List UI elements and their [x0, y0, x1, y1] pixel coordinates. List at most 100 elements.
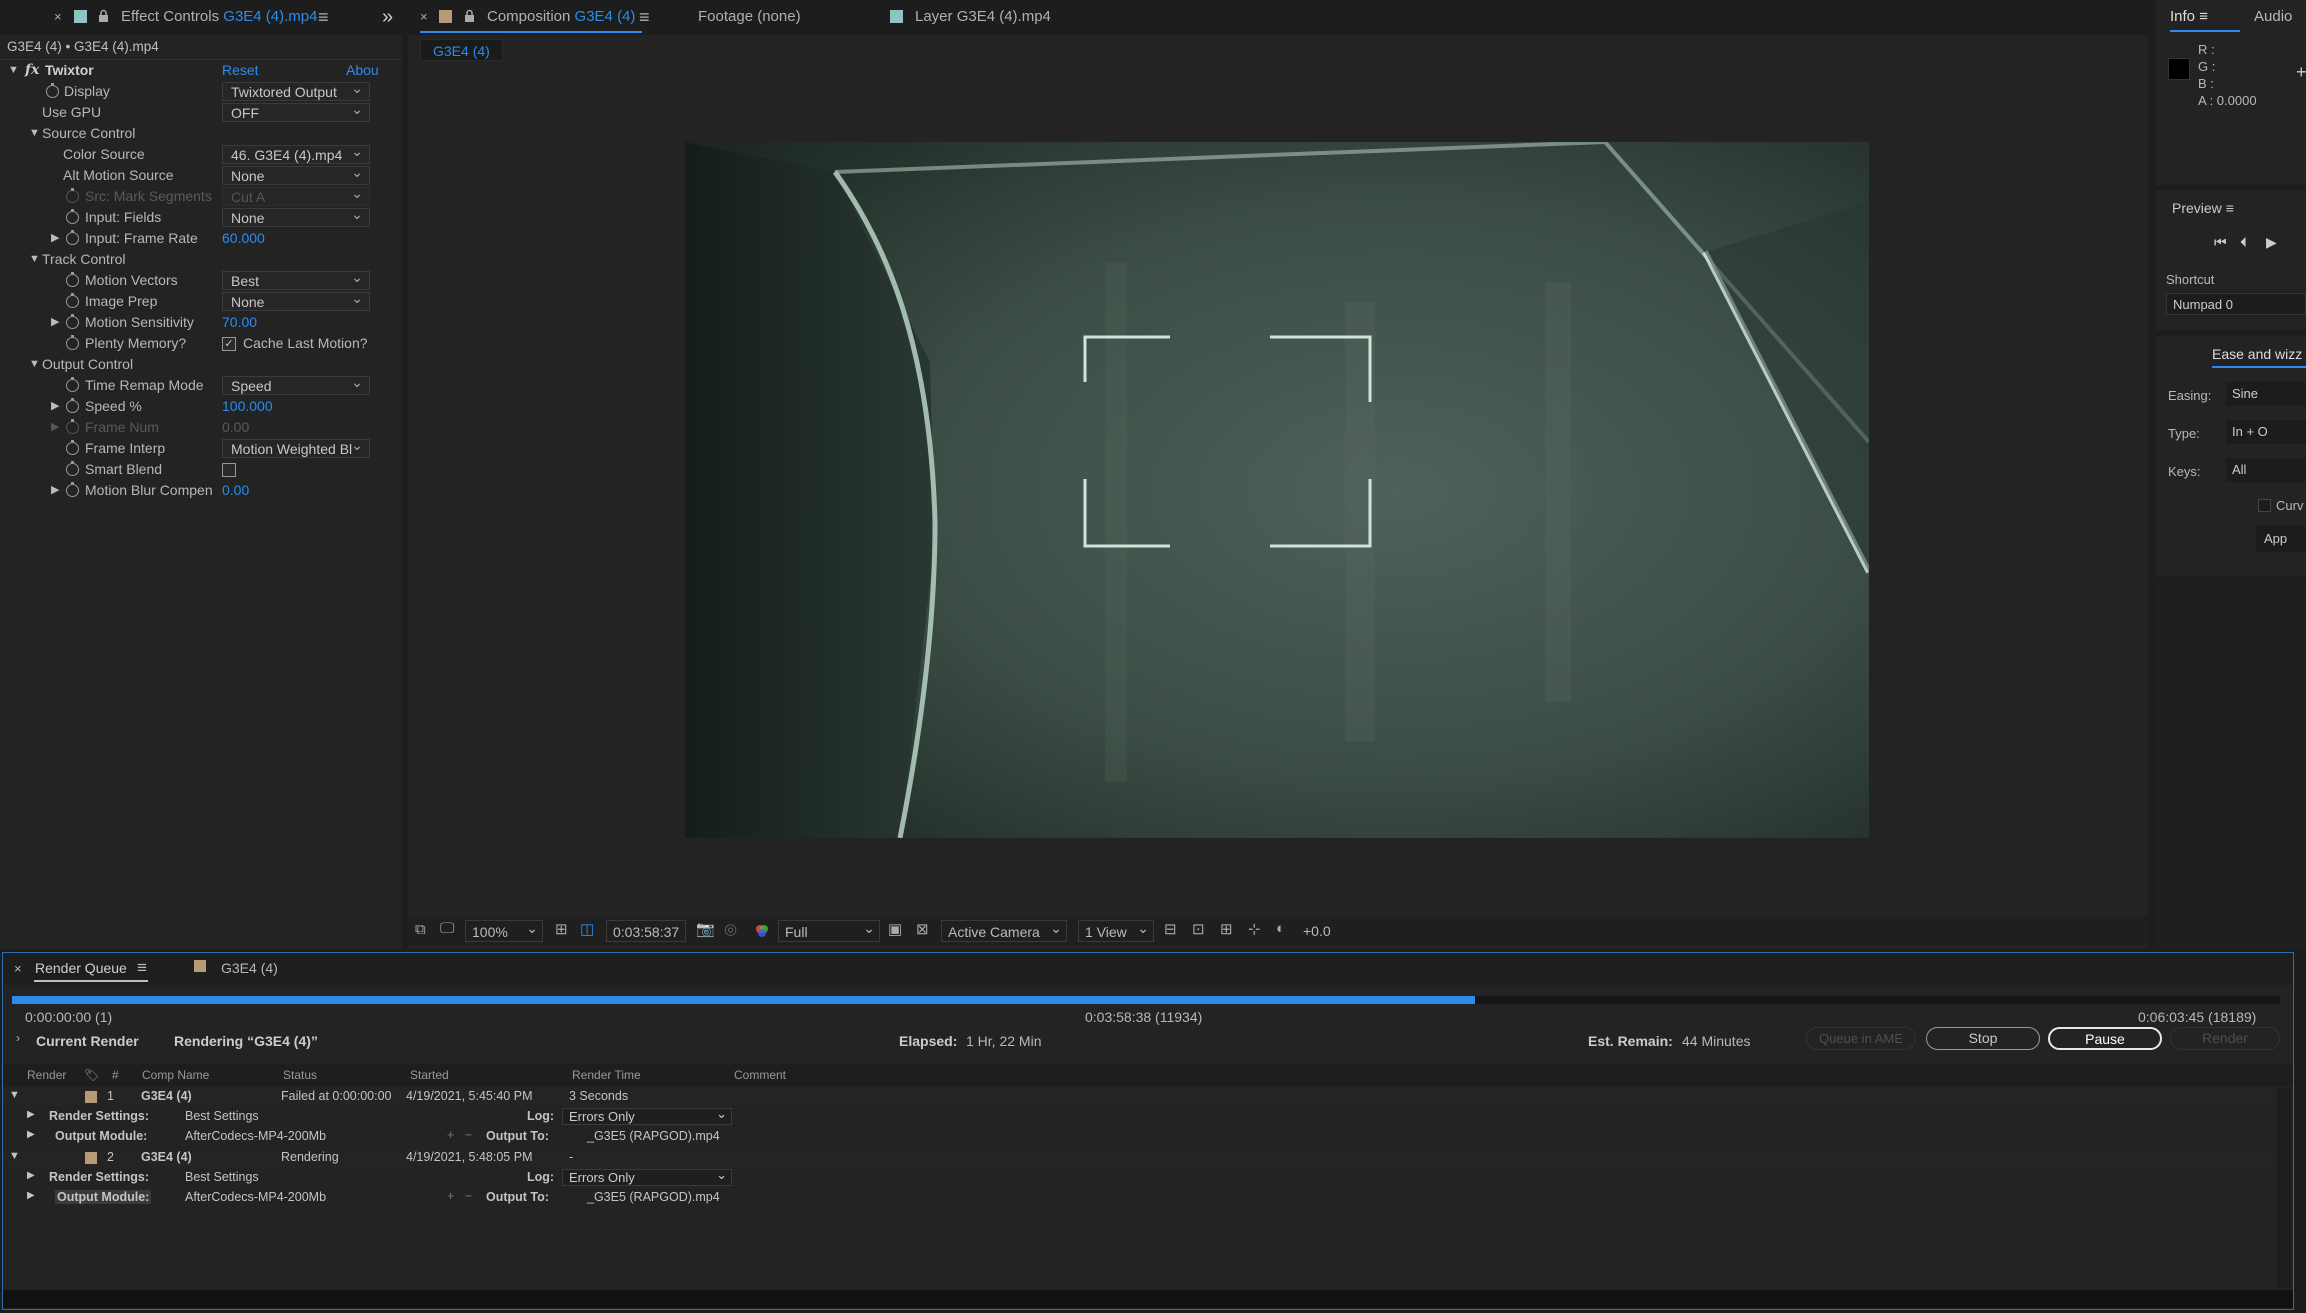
fast-preview-icon[interactable]: ▣: [888, 920, 902, 938]
color-source-dropdown[interactable]: 46. G3E4 (4).mp4: [222, 142, 370, 164]
snapshot-camera-icon[interactable]: 📷: [696, 920, 715, 938]
region-of-interest-icon[interactable]: ⊞: [555, 920, 568, 938]
color-channels-icon[interactable]: [754, 923, 770, 939]
preview-menu-icon[interactable]: ≡: [2226, 200, 2234, 216]
stopwatch-icon[interactable]: [66, 314, 79, 329]
stopwatch-icon[interactable]: [66, 272, 79, 287]
column-status[interactable]: Status: [283, 1066, 317, 1084]
output-module-value[interactable]: AfterCodecs-MP4-200Mb: [185, 1190, 326, 1204]
label-swatch-icon[interactable]: [85, 1091, 97, 1103]
stopwatch-icon[interactable]: [46, 83, 59, 98]
frame-rate-expand-icon[interactable]: ▶: [51, 228, 59, 249]
flowchart-icon[interactable]: ⊹: [1248, 920, 1261, 938]
pause-button[interactable]: Pause: [2048, 1027, 2162, 1050]
stopwatch-icon[interactable]: [66, 230, 79, 245]
label-swatch-icon[interactable]: [85, 1152, 97, 1164]
track-control-toggle-icon[interactable]: ▼: [29, 249, 40, 270]
motion-sensitivity-value[interactable]: 70.00: [222, 312, 257, 333]
monitor-icon[interactable]: 🖵: [440, 920, 454, 937]
effect-controls-close[interactable]: ×: [54, 0, 62, 34]
reset-exposure-icon[interactable]: ◐: [1276, 920, 1285, 937]
view-layout-dropdown[interactable]: 1 View ⌄: [1078, 920, 1154, 942]
info-menu-icon[interactable]: ≡: [2199, 8, 2208, 25]
output-control-toggle-icon[interactable]: ▼: [29, 354, 40, 375]
tab-composition[interactable]: Composition G3E4 (4): [487, 0, 635, 34]
stopwatch-icon[interactable]: [66, 398, 79, 413]
item-expand-icon[interactable]: ▼: [9, 1150, 20, 1162]
stopwatch-icon[interactable]: [66, 482, 79, 497]
render-item-2[interactable]: ▼ 2 G3E4 (4) Rendering 4/19/2021, 5:48:0…: [3, 1149, 2273, 1167]
input-fields-dropdown[interactable]: None: [222, 205, 370, 227]
column-comment[interactable]: Comment: [734, 1066, 786, 1084]
timeline-icon[interactable]: ⊞: [1220, 920, 1233, 938]
time-remap-dropdown[interactable]: Speed: [222, 373, 370, 395]
log-dropdown[interactable]: Errors Only ⌄: [562, 1167, 732, 1186]
track-control-group[interactable]: ▼ Track Control: [0, 249, 380, 270]
always-preview-icon[interactable]: ⧉: [415, 921, 426, 938]
render-checkbox[interactable]: [45, 1091, 57, 1103]
speed-expand-icon[interactable]: ▶: [51, 396, 59, 417]
render-queue-menu-icon[interactable]: ≡: [137, 958, 147, 978]
render-settings-expand-icon[interactable]: ▶: [27, 1109, 35, 1120]
output-module-value[interactable]: AfterCodecs-MP4-200Mb: [185, 1129, 326, 1143]
effect-controls-menu-icon[interactable]: ≡: [318, 0, 329, 34]
render-settings-expand-icon[interactable]: ▶: [27, 1170, 35, 1181]
expand-panels-icon[interactable]: »: [382, 0, 393, 34]
item-expand-icon[interactable]: ▼: [9, 1089, 20, 1101]
reset-link[interactable]: Reset: [222, 60, 259, 81]
output-module-expand-icon[interactable]: ▶: [27, 1129, 35, 1140]
render-item-1[interactable]: ▼ 1 G3E4 (4) Failed at 0:00:00:00 4/19/2…: [3, 1088, 2273, 1106]
composition-subtab[interactable]: G3E4 (4): [420, 39, 503, 61]
tab-effect-controls[interactable]: Effect Controls G3E4 (4).mp4: [121, 0, 318, 34]
draft-3d-icon[interactable]: ⊡: [1192, 920, 1205, 938]
composition-close[interactable]: ×: [420, 0, 428, 34]
render-settings-value[interactable]: Best Settings: [185, 1170, 259, 1184]
column-comp-name[interactable]: Comp Name: [142, 1066, 209, 1084]
lock-icon[interactable]: [464, 9, 475, 23]
render-queue-scrollbar[interactable]: [2277, 1088, 2291, 1288]
pixel-aspect-icon[interactable]: ⊟: [1164, 920, 1177, 938]
curve-checkbox[interactable]: [2258, 499, 2271, 512]
toggle-transparency-icon[interactable]: ⊠: [916, 920, 929, 938]
image-prep-dropdown[interactable]: None: [222, 289, 370, 311]
zoom-dropdown[interactable]: 100% ⌄: [465, 920, 543, 942]
type-dropdown[interactable]: In + O: [2226, 420, 2306, 444]
column-label-tag-icon[interactable]: 🏷: [84, 1066, 99, 1084]
remove-output-icon[interactable]: −: [465, 1128, 472, 1142]
stopwatch-icon[interactable]: [66, 461, 79, 476]
render-settings-value[interactable]: Best Settings: [185, 1109, 259, 1123]
output-module-expand-icon[interactable]: ▶: [27, 1190, 35, 1201]
keys-dropdown[interactable]: All: [2226, 458, 2306, 482]
add-output-icon[interactable]: +: [447, 1128, 454, 1142]
render-checkbox[interactable]: [45, 1152, 57, 1164]
apply-button[interactable]: App: [2256, 526, 2306, 552]
speed-value[interactable]: 100.000: [222, 396, 273, 417]
use-gpu-dropdown[interactable]: OFF: [222, 100, 370, 122]
camera-dropdown[interactable]: Active Camera ⌄: [941, 920, 1067, 942]
easing-dropdown[interactable]: Sine: [2226, 382, 2306, 406]
resolution-dropdown[interactable]: Full ⌄: [778, 920, 880, 942]
stopwatch-icon[interactable]: [66, 209, 79, 224]
column-render-time[interactable]: Render Time: [572, 1066, 641, 1084]
column-render[interactable]: Render: [27, 1066, 66, 1084]
source-control-group[interactable]: ▼ Source Control: [0, 123, 380, 144]
exposure-value[interactable]: +0.0: [1303, 920, 1331, 942]
stopwatch-icon[interactable]: [66, 335, 79, 350]
composition-viewer-image[interactable]: [685, 142, 1869, 838]
add-output-icon[interactable]: +: [447, 1189, 454, 1203]
output-to-value[interactable]: _G3E5 (RAPGOD).mp4: [587, 1190, 720, 1204]
tab-footage[interactable]: Footage (none): [698, 0, 801, 34]
effect-collapse-toggle-icon[interactable]: ▼: [8, 60, 19, 81]
column-started[interactable]: Started: [410, 1066, 449, 1084]
first-frame-icon[interactable]: ⏮: [2214, 234, 2227, 251]
source-control-toggle-icon[interactable]: ▼: [29, 123, 40, 144]
output-control-group[interactable]: ▼ Output Control: [0, 354, 380, 375]
current-render-expand-icon[interactable]: ›: [16, 1031, 20, 1045]
remove-output-icon[interactable]: −: [465, 1189, 472, 1203]
fx-icon[interactable]: fx: [25, 60, 39, 81]
cache-last-motion-checkbox[interactable]: ✓: [222, 337, 236, 351]
motion-blur-value[interactable]: 0.00: [222, 480, 249, 501]
tab-audio[interactable]: Audio: [2254, 8, 2292, 25]
play-icon[interactable]: ▶: [2266, 234, 2277, 251]
tab-ease-wizz[interactable]: Ease and wizz: [2212, 346, 2302, 362]
